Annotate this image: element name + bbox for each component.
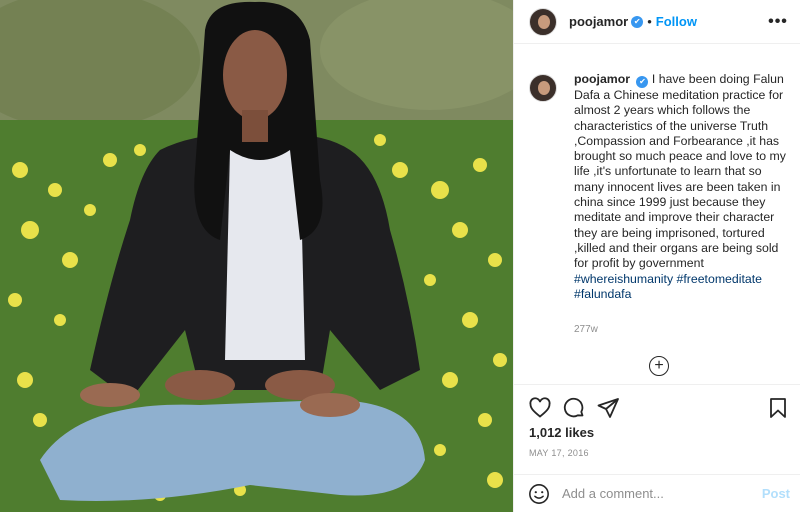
verified-badge-icon: ✔ [636, 76, 649, 88]
hashtag-link[interactable]: #whereishumanity [574, 272, 673, 286]
share-icon[interactable] [596, 396, 620, 420]
caption-username[interactable]: poojamor [574, 72, 630, 86]
caption-timestamp[interactable]: 277w [574, 322, 790, 337]
follow-button[interactable]: Follow [656, 14, 697, 29]
load-more-comments-button[interactable]: + [649, 356, 669, 376]
comment-input[interactable] [562, 486, 762, 501]
post-header: poojamor ✔ • Follow ••• [514, 0, 800, 44]
post-details-panel: poojamor ✔ • Follow ••• poojamor ✔ I hav… [513, 0, 800, 512]
meditation-photo [0, 0, 513, 512]
comment-icon[interactable] [562, 396, 586, 420]
hashtag-link[interactable]: #falundafa [574, 287, 631, 301]
hashtag-link[interactable]: #freetomeditate [677, 272, 762, 286]
post-comment-button[interactable]: Post [762, 486, 790, 501]
heart-icon[interactable] [528, 396, 552, 420]
emoji-icon[interactable] [528, 483, 550, 505]
comment-bar: Post [514, 474, 800, 512]
action-bar [514, 384, 800, 430]
likes-count[interactable]: 1,012 likes [529, 425, 594, 440]
caption-section: poojamor ✔ I have been doing Falun Dafa … [529, 72, 790, 364]
hashtags: #whereishumanity #freetomeditate #falund… [574, 272, 790, 303]
username-link[interactable]: poojamor [569, 14, 628, 29]
post-image[interactable] [0, 0, 513, 512]
bookmark-icon[interactable] [766, 396, 790, 420]
verified-badge-icon: ✔ [631, 15, 644, 28]
avatar[interactable] [529, 7, 557, 36]
caption-body: I have been doing Falun Dafa a Chinese m… [574, 72, 786, 271]
caption-text: poojamor ✔ I have been doing Falun Dafa … [574, 72, 790, 337]
caption-avatar[interactable] [529, 74, 557, 102]
separator-dot: • [647, 14, 652, 29]
post-date[interactable]: MAY 17, 2016 [529, 448, 589, 458]
more-options-icon[interactable]: ••• [768, 13, 788, 31]
